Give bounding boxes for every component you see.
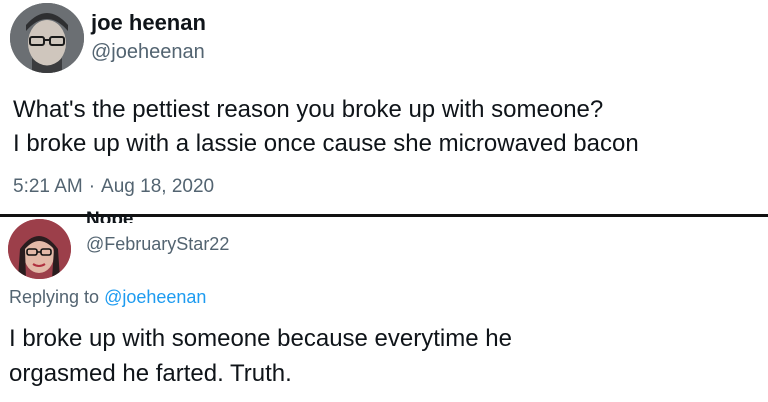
page: joe heenan @joeheenan What's the petties…	[0, 0, 768, 402]
display-name[interactable]: Nope	[86, 208, 134, 223]
tweet-text: I broke up with someone because everytim…	[9, 321, 759, 391]
tweet-date: Aug 18, 2020	[101, 176, 215, 197]
tweet-text-line: What's the pettiest reason you broke up …	[13, 96, 604, 123]
replying-label: Replying to	[9, 287, 100, 307]
user-handle[interactable]: @FebruaryStar22	[86, 234, 229, 255]
original-tweet: joe heenan @joeheenan What's the petties…	[0, 0, 768, 214]
tweet-time: 5:21 AM	[13, 176, 83, 197]
tweet-text-line: I broke up with someone because everytim…	[9, 325, 512, 352]
profile-photo-icon	[8, 219, 71, 279]
avatar[interactable]	[8, 219, 71, 279]
replying-to: Replying to @joeheenan	[9, 287, 206, 308]
mention-link[interactable]: @joeheenan	[104, 287, 206, 307]
tweet-text: What's the pettiest reason you broke up …	[13, 93, 765, 161]
user-handle[interactable]: @joeheenan	[91, 41, 205, 64]
profile-photo-icon	[10, 3, 84, 73]
avatar[interactable]	[10, 3, 84, 73]
tweet-text-line: orgasmed he farted. Truth.	[9, 360, 292, 387]
display-name[interactable]: joe heenan	[91, 10, 206, 36]
separator: ·	[88, 176, 96, 197]
reply-tweet: Nope @FebruaryStar22 Replying to @joehee…	[0, 209, 768, 402]
tweet-text-line: I broke up with a lassie once cause she …	[13, 130, 639, 157]
tweet-timestamp[interactable]: 5:21 AM · Aug 18, 2020	[13, 176, 214, 198]
